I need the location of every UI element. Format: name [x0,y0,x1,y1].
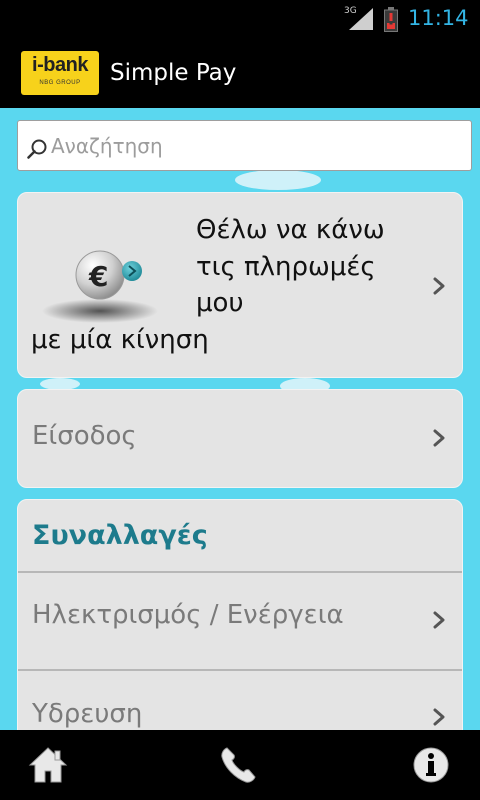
search-icon [27,139,47,159]
login-label: Είσοδος [32,421,137,451]
list-item-electricity[interactable]: Ηλεκτρισμός / Ενέργεια [18,573,462,669]
clock: 11:14 [408,6,469,30]
app-bar: i-bank NBG GROUP Simple Pay [0,38,480,108]
promo-line: τις πληρωμές [196,252,376,282]
promo-line: μου [196,288,244,318]
home-button[interactable] [0,730,160,800]
login-card[interactable]: Είσοδος [17,389,463,488]
promo-line: με μία κίνηση [31,325,209,355]
info-icon [413,747,449,783]
call-button[interactable] [160,730,320,800]
list-item-water[interactable]: Υδρευση [18,671,462,730]
status-bar: 3G 11:14 [0,0,480,38]
promo-line: Θέλω να κάνω [196,215,385,245]
list-item-label: Ηλεκτρισμός / Ενέργεια [32,600,344,630]
chevron-right-icon [433,708,445,726]
logo-subtext: NBG GROUP [39,80,81,86]
euro-coin-icon: € [42,250,158,323]
app-title: Simple Pay [110,60,237,86]
search-box[interactable] [17,120,472,171]
signal-icon [349,8,373,30]
chevron-right-icon [433,429,445,447]
main-content[interactable]: € Θέλω να κάνω τις πληρωμές μου με μία κ… [0,108,480,730]
info-button[interactable] [320,730,480,800]
chevron-right-icon [433,277,445,295]
quick-pay-card[interactable]: € Θέλω να κάνω τις πληρωμές μου με μία κ… [17,192,463,378]
search-input[interactable] [51,129,461,163]
section-title: Συναλλαγές [32,520,208,551]
svg-text:€: € [88,260,108,293]
bottom-nav [0,730,480,800]
cloud-decoration [235,170,321,190]
battery-icon [384,7,398,32]
chevron-right-icon [433,611,445,629]
logo-text: i-bank [32,54,88,76]
ibank-logo: i-bank NBG GROUP [21,51,99,95]
home-icon [28,747,68,783]
list-item-label: Υδρευση [32,699,143,729]
transactions-card: Συναλλαγές Ηλεκτρισμός / Ενέργεια Υδρευσ… [17,499,463,730]
phone-icon [221,747,256,783]
